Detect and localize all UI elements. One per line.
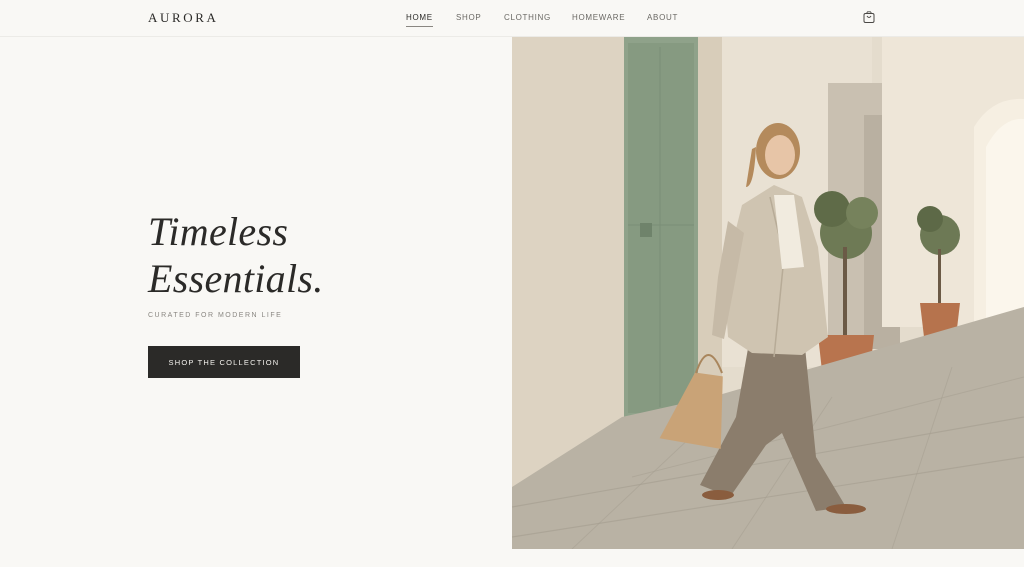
hero-headline-block: Timeless Essentials. [148,208,324,302]
nav-item-shop[interactable]: SHOP [456,13,481,22]
shop-collection-button[interactable]: SHOP THE COLLECTION [148,346,300,378]
nav-item-clothing[interactable]: CLOTHING [504,13,551,22]
nav-item-homeware[interactable]: HOMEWARE [572,13,625,22]
hero-image [512,37,1024,549]
shopping-bag-icon[interactable] [862,10,876,24]
hero-headline: Timeless Essentials. [148,208,324,302]
nav-item-about[interactable]: ABOUT [647,13,678,22]
hero-tagline: CURATED FOR MODERN LIFE [148,312,283,319]
nav-item-home[interactable]: HOME [406,13,433,27]
hero-headline-line2: Essentials. [148,256,324,301]
brand-logo[interactable]: AURORA [148,10,219,26]
hero-headline-line1: Timeless [148,209,289,254]
site-header: AURORA HOME SHOP CLOTHING HOMEWARE ABOUT [0,0,1024,37]
